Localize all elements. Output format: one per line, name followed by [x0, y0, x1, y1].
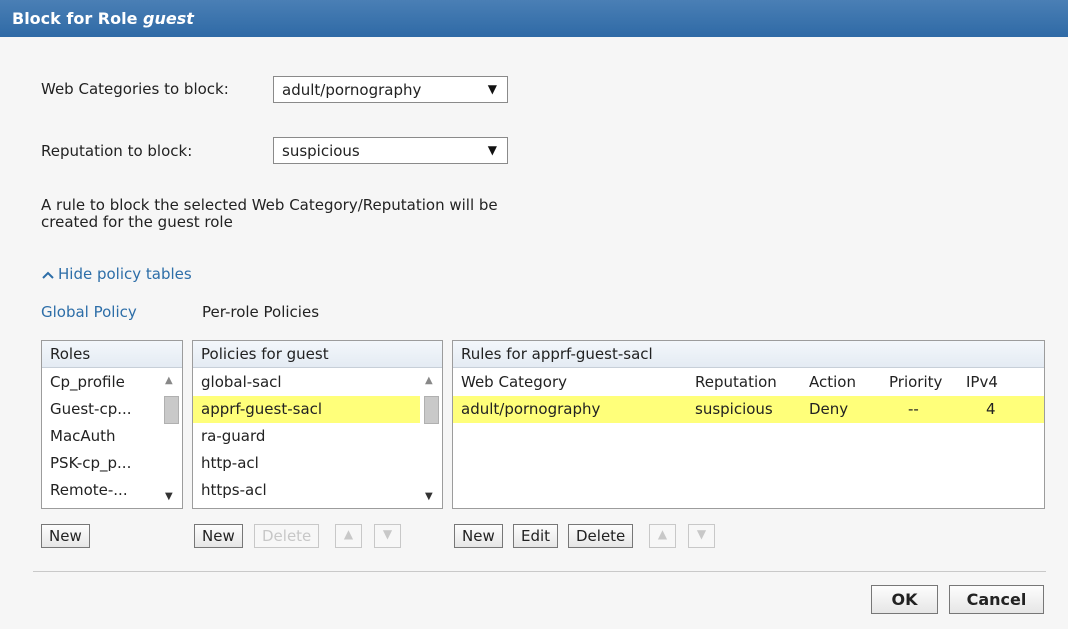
- cell-reputation: suspicious: [695, 400, 773, 418]
- cancel-button[interactable]: Cancel: [949, 585, 1044, 614]
- reputation-select[interactable]: suspicious ▼: [273, 137, 508, 164]
- dialog-title: Block for Role guest: [0, 0, 1068, 37]
- list-item-selected[interactable]: apprf-guest-sacl: [193, 396, 420, 423]
- footer-divider: [33, 571, 1046, 572]
- tab-per-role-policies[interactable]: Per-role Policies: [202, 303, 319, 321]
- arrow-down-icon: ▼: [382, 527, 393, 541]
- policies-new-button[interactable]: New: [194, 524, 243, 548]
- reputation-label: Reputation to block:: [41, 142, 193, 160]
- column-header-ipv4: IPv4: [966, 373, 998, 391]
- column-header-priority: Priority: [889, 373, 943, 391]
- rules-edit-button[interactable]: Edit: [513, 524, 559, 548]
- list-item[interactable]: Cp_profile: [42, 369, 160, 396]
- list-item[interactable]: https-acl: [193, 477, 420, 504]
- list-item[interactable]: global-sacl: [193, 369, 420, 396]
- chevron-up-icon: [42, 271, 54, 279]
- title-prefix: Block for Role: [12, 9, 138, 28]
- scroll-down-icon[interactable]: ▼: [165, 491, 173, 502]
- list-item[interactable]: Guest-cp...: [42, 396, 160, 423]
- ok-button[interactable]: OK: [871, 585, 938, 614]
- column-header-web-category: Web Category: [461, 373, 567, 391]
- move-down-button[interactable]: ▼: [374, 524, 401, 548]
- rules-panel: Rules for apprf-guest-sacl Web Category …: [452, 340, 1045, 509]
- description-text: A rule to block the selected Web Categor…: [41, 197, 498, 231]
- table-row[interactable]: adult/pornography suspicious Deny -- 4: [453, 396, 1044, 423]
- rules-header: Rules for apprf-guest-sacl: [453, 341, 1044, 368]
- web-categories-value: adult/pornography: [282, 81, 422, 99]
- arrow-up-icon: ▲: [657, 527, 668, 541]
- policies-scrollbar[interactable]: ▲ ▼: [422, 369, 440, 508]
- rules-move-up-button[interactable]: ▲: [649, 524, 676, 548]
- rules-new-button[interactable]: New: [454, 524, 503, 548]
- cell-action: Deny: [809, 400, 849, 418]
- list-item[interactable]: Remote-...: [42, 477, 160, 504]
- arrow-down-icon: ▼: [696, 527, 707, 541]
- scroll-thumb[interactable]: [424, 396, 439, 424]
- hide-policy-tables-label: Hide policy tables: [58, 265, 192, 283]
- scroll-up-icon[interactable]: ▲: [165, 375, 173, 386]
- roles-header: Roles: [42, 341, 182, 368]
- roles-panel: Roles Cp_profile Guest-cp... MacAuth PSK…: [41, 340, 183, 509]
- roles-scrollbar[interactable]: ▲ ▼: [162, 369, 180, 508]
- title-role: guest: [143, 9, 194, 28]
- list-item[interactable]: http-acl: [193, 450, 420, 477]
- list-item[interactable]: MacAuth: [42, 423, 160, 450]
- cell-priority: --: [908, 400, 919, 418]
- arrow-up-icon: ▲: [343, 527, 354, 541]
- policies-panel: Policies for guest global-sacl apprf-gue…: [192, 340, 443, 509]
- policies-header: Policies for guest: [193, 341, 442, 368]
- web-categories-select[interactable]: adult/pornography ▼: [273, 76, 508, 103]
- description-line-1: A rule to block the selected Web Categor…: [41, 196, 498, 214]
- roles-new-button[interactable]: New: [41, 524, 90, 548]
- rules-delete-button[interactable]: Delete: [568, 524, 634, 548]
- dropdown-arrow-icon: ▼: [487, 82, 497, 96]
- cell-web-category: adult/pornography: [461, 400, 601, 418]
- tab-global-policy[interactable]: Global Policy: [41, 303, 137, 321]
- policies-delete-button[interactable]: Delete: [254, 524, 320, 548]
- cell-ipv4: 4: [986, 400, 996, 418]
- rules-column-headers: Web Category Reputation Action Priority …: [453, 369, 1044, 396]
- rules-move-down-button[interactable]: ▼: [688, 524, 715, 548]
- list-item[interactable]: PSK-cp_p...: [42, 450, 160, 477]
- list-item[interactable]: ra-guard: [193, 423, 420, 450]
- dropdown-arrow-icon: ▼: [487, 143, 497, 157]
- description-line-2: created for the guest role: [41, 213, 233, 231]
- scroll-thumb[interactable]: [164, 396, 179, 424]
- column-header-action: Action: [809, 373, 856, 391]
- hide-policy-tables-link[interactable]: Hide policy tables: [41, 265, 192, 283]
- scroll-up-icon[interactable]: ▲: [425, 375, 433, 386]
- reputation-value: suspicious: [282, 142, 360, 160]
- column-header-reputation: Reputation: [695, 373, 777, 391]
- scroll-down-icon[interactable]: ▼: [425, 491, 433, 502]
- move-up-button[interactable]: ▲: [335, 524, 362, 548]
- web-categories-label: Web Categories to block:: [41, 80, 229, 98]
